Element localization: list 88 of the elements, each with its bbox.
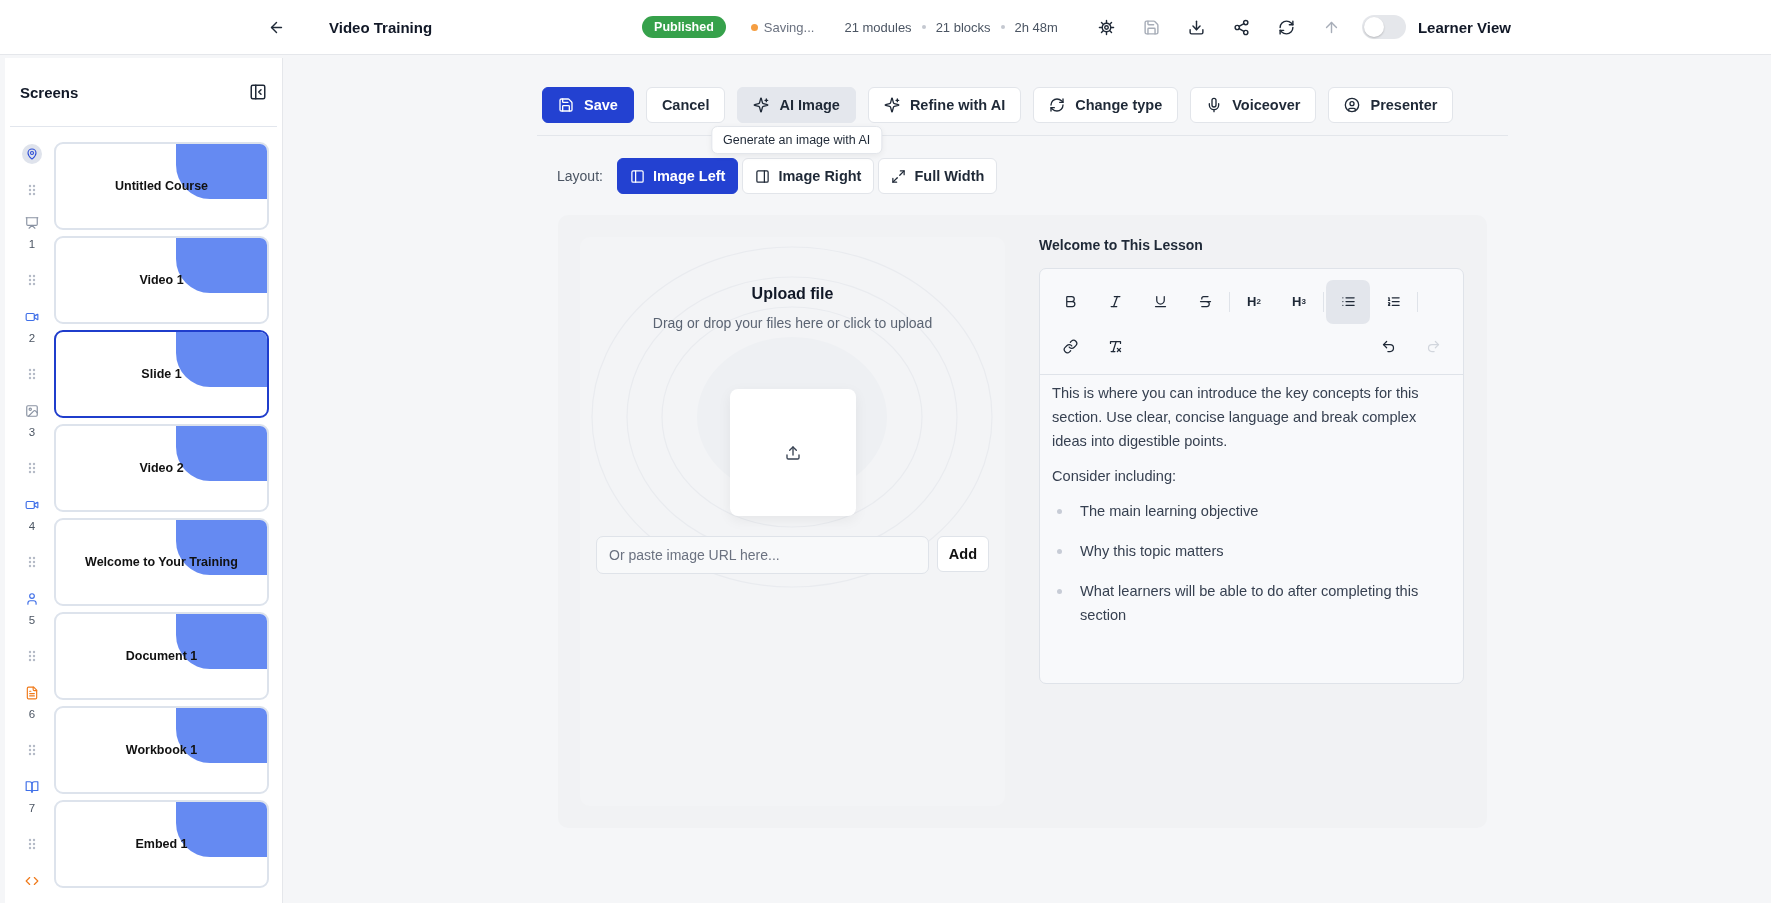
- share-icon: [1232, 18, 1250, 36]
- upload-icon: [784, 444, 801, 461]
- screen-card[interactable]: Video 1: [54, 236, 269, 324]
- sidebar-title: Screens: [20, 83, 79, 101]
- screen-card[interactable]: Welcome to Your Training: [54, 518, 269, 606]
- drag-handle-icon[interactable]: [28, 368, 36, 380]
- bullet-dot: [1057, 549, 1062, 554]
- refresh-icon: [1049, 97, 1066, 113]
- image-url-field[interactable]: Or paste image URL here...: [596, 536, 929, 574]
- video-camera-icon: [25, 310, 39, 324]
- layout-label: Layout:: [557, 168, 603, 184]
- separator-dot: [921, 25, 926, 29]
- screen-number: 4: [28, 520, 36, 532]
- save-button[interactable]: Save: [542, 87, 634, 123]
- screen-number: 6: [28, 708, 36, 720]
- list-item: What learners will be able to do after completing this section: [1080, 582, 1420, 625]
- course-stat: 2h 48m: [1014, 19, 1058, 35]
- refresh-icon: [1277, 18, 1295, 36]
- drag-handle-icon[interactable]: [28, 462, 36, 474]
- drag-handle-icon[interactable]: [28, 556, 36, 568]
- paragraph: This is where you can introduce the key concepts for this section. Use clear, concise language and break complex ideas into digestible points.: [1052, 384, 1420, 451]
- presenter-button[interactable]: Presenter: [1328, 87, 1454, 123]
- user-circle-icon: [1344, 97, 1361, 113]
- list-item: Why this topic matters: [1080, 542, 1224, 561]
- screen-number: 7: [28, 802, 36, 814]
- download-icon: [1187, 18, 1205, 36]
- saving-dot-icon: [750, 23, 758, 31]
- upload-hint: Drag or drop your files here or click to upload: [652, 315, 933, 331]
- drag-handle-icon[interactable]: [28, 650, 36, 662]
- screen-card[interactable]: Workbook 1: [54, 706, 269, 794]
- screen-title: Workbook 1: [125, 743, 198, 757]
- saving-text: Saving...: [763, 19, 815, 35]
- ai-image-button[interactable]: AI Image: [737, 87, 856, 123]
- lesson-heading: Welcome to This Lesson: [1039, 237, 1204, 253]
- screen-card[interactable]: Slide 1: [54, 330, 269, 418]
- drag-handle-icon[interactable]: [28, 274, 36, 286]
- screen-title: Video 1: [139, 273, 184, 287]
- learner-view-toggle[interactable]: [1361, 15, 1406, 39]
- panel-right-icon: [755, 168, 771, 184]
- course-stat: 21 blocks: [935, 19, 991, 35]
- voiceover-button[interactable]: Voiceover: [1190, 87, 1317, 123]
- screen-title: Welcome to Your Training: [85, 555, 238, 569]
- learner-view-label: Learner View: [1417, 18, 1512, 36]
- code-icon: [25, 874, 39, 888]
- layout-option[interactable]: Image Left: [616, 158, 739, 194]
- layout-option[interactable]: Image Right: [742, 158, 875, 194]
- upload-title: Upload file: [751, 285, 834, 303]
- person-icon: [25, 592, 39, 606]
- course-stat: 21 modules: [844, 19, 912, 35]
- screen-card[interactable]: Embed 1: [54, 800, 269, 888]
- tooltip: Generate an image with AI: [711, 126, 883, 154]
- paragraph: Consider including:: [1052, 467, 1178, 486]
- refine-button[interactable]: Refine with AI: [867, 87, 1022, 123]
- presentation-icon: [25, 216, 39, 230]
- course-title: Video Training: [329, 18, 433, 36]
- screen-title: Embed 1: [135, 837, 188, 851]
- collapse-panel-icon: [249, 83, 267, 101]
- screen-title: Slide 1: [141, 367, 182, 381]
- video-camera-icon: [25, 498, 39, 512]
- drag-handle-icon[interactable]: [28, 744, 36, 756]
- screen-card[interactable]: Video 2: [54, 424, 269, 512]
- document-icon: [25, 686, 39, 700]
- panel-left-icon: [629, 168, 645, 184]
- status-badge: Published: [642, 16, 726, 38]
- add-button[interactable]: Add: [936, 536, 989, 572]
- separator-dot: [1000, 25, 1005, 29]
- sparkles-icon: [753, 97, 770, 113]
- bullet-dot: [1057, 589, 1062, 594]
- list-item: The main learning objective: [1080, 502, 1259, 521]
- bullet-list-button[interactable]: [1326, 279, 1370, 324]
- expand-icon: [891, 168, 907, 184]
- image-icon: [25, 404, 39, 418]
- drag-handle-icon[interactable]: [28, 838, 36, 850]
- sparkles-icon: [883, 97, 900, 113]
- screen-card[interactable]: Document 1: [54, 612, 269, 700]
- screen-number: 1: [28, 238, 36, 250]
- drag-handle-icon[interactable]: [28, 184, 36, 196]
- screen-number: 5: [28, 614, 36, 626]
- bullet-dot: [1057, 509, 1062, 514]
- screen-number: 3: [28, 426, 36, 438]
- screen-number: 2: [28, 332, 36, 344]
- book-icon: [25, 780, 39, 794]
- screen-title: Document 1: [125, 649, 198, 663]
- layout-option[interactable]: Full Width: [878, 158, 998, 194]
- settings-icon: [1097, 18, 1115, 36]
- cancel-button[interactable]: Cancel: [645, 87, 726, 123]
- change-type-button[interactable]: Change type: [1033, 87, 1179, 123]
- screen-title: Video 2: [139, 461, 184, 475]
